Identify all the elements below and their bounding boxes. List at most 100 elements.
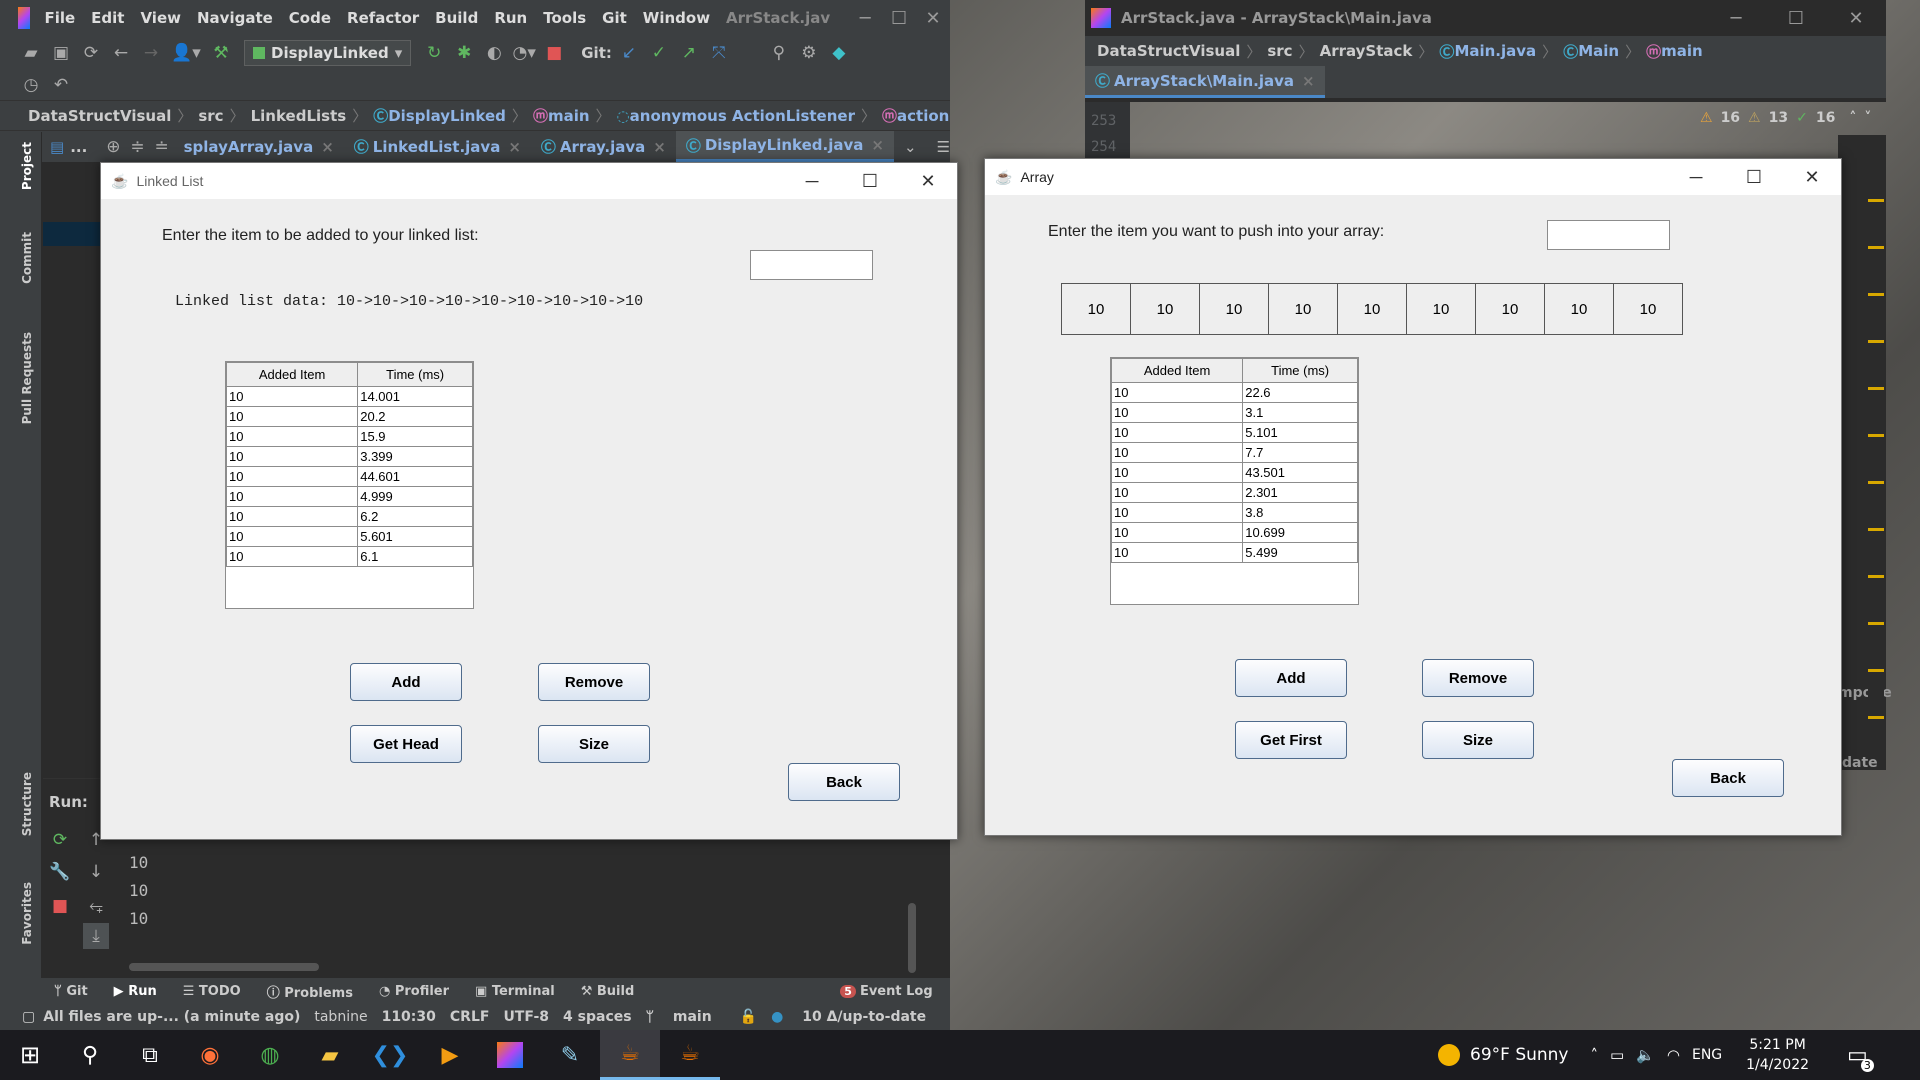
table-cell[interactable]: 4.999 [357,486,473,507]
event-log[interactable]: 5 Event Log [840,984,933,999]
column-header[interactable]: Added Item [225,362,359,387]
table-row[interactable]: 10 15.9 [225,426,473,447]
down-icon[interactable]: ↓ [83,859,109,885]
crumb-package[interactable]: ArrayStack [1320,42,1413,60]
open-folder-icon[interactable]: ▰ [18,40,44,66]
table-cell[interactable]: 5.499 [1242,542,1358,563]
file-encoding[interactable]: UTF-8 [503,1009,549,1025]
tool-structure[interactable]: Structure [20,772,34,836]
git-merge-icon[interactable]: ⤧ [706,40,732,66]
tab-close-icon[interactable]: × [508,138,521,156]
gear-icon[interactable]: ⚙ [796,40,822,66]
table-cell[interactable]: 10 [225,506,359,527]
table-row[interactable]: 10 3.1 [1110,402,1358,423]
table-row[interactable]: 10 5.101 [1110,422,1358,443]
table-cell[interactable]: 10 [1110,482,1244,503]
taskbar-vscode[interactable]: ❮❯ [360,1030,420,1080]
tool-git[interactable]: ᛘ Git [54,984,88,999]
table-row[interactable]: 10 5.499 [1110,542,1358,563]
tool-problems[interactable]: ⓘ Problems [267,982,353,1001]
chevron-down-icon[interactable]: ˅ [1864,110,1871,126]
table-cell[interactable]: 10.699 [1242,522,1358,543]
tool-favorites[interactable]: Favorites [20,882,34,945]
table-row[interactable]: 10 6.2 [225,506,473,527]
table-row[interactable]: 10 6.1 [225,546,473,567]
table-cell[interactable]: 10 [1110,502,1244,523]
history-icon[interactable]: ◷ [18,72,44,98]
minimize-icon[interactable]: ─ [1706,8,1766,29]
add-button[interactable]: Add [1235,659,1347,697]
crumb-src[interactable]: src [198,107,223,125]
maximize-icon[interactable]: ☐ [1766,8,1826,29]
menu-run[interactable]: Run [494,9,527,27]
soft-wrap-icon[interactable]: ⥆ [83,893,109,919]
table-row[interactable]: 10 5.601 [225,526,473,547]
tabnine-status[interactable]: tabnine [314,1009,367,1025]
table-row[interactable]: 10 4.999 [225,486,473,507]
table-cell[interactable]: 10 [225,526,359,547]
run-icon[interactable]: ↻ [421,40,447,66]
array-item-input[interactable] [1547,220,1670,250]
crumb-package[interactable]: LinkedLists [251,107,347,125]
menu-icon[interactable]: ☰ [937,138,950,156]
table-cell[interactable]: 10 [225,426,359,447]
table-row[interactable]: 10 14.001 [225,386,473,407]
forward-arrow-icon[interactable]: → [138,40,164,66]
task-view-button[interactable]: ⧉ [120,1030,180,1080]
user-icon[interactable]: 👤▾ [168,40,204,66]
wifi-icon[interactable]: ◠ [1667,1046,1680,1064]
table-cell[interactable]: 10 [1110,422,1244,443]
inspection-widget[interactable]: ⚠ 16 ⚠ 13 ✓ 16 ˄ ˅ [1700,110,1871,126]
table-cell[interactable]: 10 [225,446,359,467]
table-cell[interactable]: 10 [225,466,359,487]
tool-todo[interactable]: ☰ TODO [183,984,241,999]
table-row[interactable]: 10 3.8 [1110,502,1358,523]
lock-icon[interactable]: 🔓 [740,1009,757,1025]
crumb-action[interactable]: actionPerformed [897,107,950,125]
minimize-icon[interactable]: ─ [783,171,841,192]
run-config-dropdown[interactable]: DisplayLinked ▾ [244,40,412,66]
table-cell[interactable]: 5.601 [357,526,473,547]
taskbar-java-app-2[interactable]: ☕ [660,1030,720,1080]
table-row[interactable]: 10 20.2 [225,406,473,427]
menu-navigate[interactable]: Navigate [197,9,273,27]
stop-icon[interactable]: ■ [47,893,73,919]
table-cell[interactable]: 6.1 [357,546,473,567]
console-vscroll[interactable] [908,903,916,973]
status-files[interactable]: All files are up-... (a minute ago) [43,1009,300,1025]
sync-icon[interactable]: ⟳ [78,40,104,66]
table-cell[interactable]: 10 [1110,382,1244,403]
get-head-button[interactable]: Get Head [350,725,462,763]
table-cell[interactable]: 10 [225,486,359,507]
tab-linkedlist[interactable]: Ⓒ LinkedList.java × [344,131,531,162]
menu-file[interactable]: File [44,9,75,27]
git-push-icon[interactable]: ↗ [676,40,702,66]
taskbar-explorer[interactable]: ▰ [300,1030,360,1080]
table-row[interactable]: 10 22.6 [1110,382,1358,403]
search-button[interactable]: ⚲ [60,1030,120,1080]
column-header[interactable]: Added Item [1110,358,1244,383]
crumb-anon[interactable]: anonymous ActionListener [630,107,855,125]
taskbar-intellij[interactable] [480,1030,540,1080]
status-toggle-icon[interactable]: ▢ [22,1009,35,1025]
menu-window[interactable]: Window [643,9,710,27]
back-button[interactable]: Back [788,763,900,801]
crumb-method[interactable]: main [1661,42,1703,60]
menu-view[interactable]: View [140,9,181,27]
table-row[interactable]: 10 7.7 [1110,442,1358,463]
rollback-icon[interactable]: ↶ [48,72,74,98]
crumb-method[interactable]: main [548,107,590,125]
back-button[interactable]: Back [1672,759,1784,797]
table-cell[interactable]: 10 [1110,402,1244,423]
locate-icon[interactable]: ⊕ [101,134,125,160]
table-cell[interactable]: 44.601 [357,466,473,487]
add-button[interactable]: Add [350,663,462,701]
tab-array[interactable]: Ⓒ Array.java × [531,131,676,162]
menu-tools[interactable]: Tools [543,9,586,27]
table-cell[interactable]: 10 [1110,442,1244,463]
git-update-icon[interactable]: ↙ [616,40,642,66]
tool-build[interactable]: ⚒ Build [581,984,635,999]
close-icon[interactable]: ✕ [899,171,957,192]
search-icon[interactable]: ⚲ [766,40,792,66]
wrench-icon[interactable]: 🔧 [47,859,73,885]
